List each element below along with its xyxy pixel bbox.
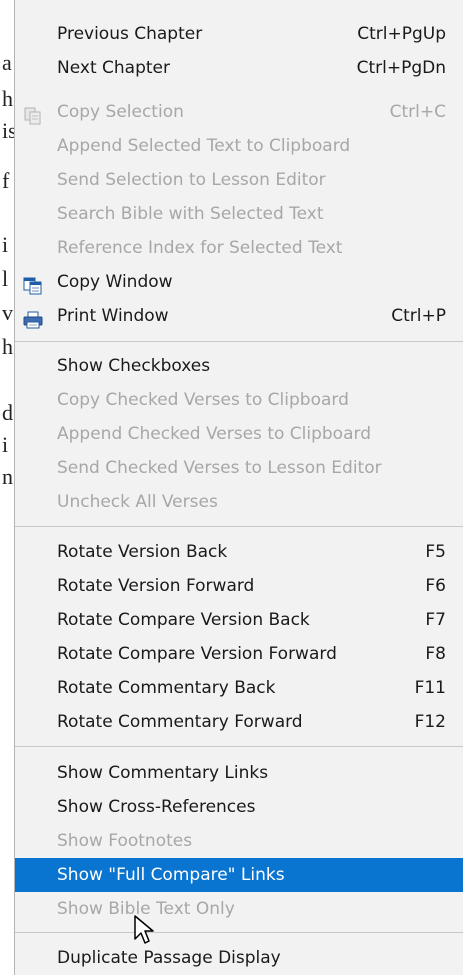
menu-item-label: Show Cross-References xyxy=(57,797,256,817)
bg-text-fragment: i xyxy=(2,432,9,457)
bg-text-fragment: v xyxy=(2,300,13,325)
menu-item-label: Rotate Version Forward xyxy=(57,576,255,596)
menu-item-rotate-commentary-forward[interactable]: Rotate Commentary Forward F12 xyxy=(15,705,463,739)
menu-item-copy-checked-verses: Copy Checked Verses to Clipboard xyxy=(15,383,463,417)
menu-item-label: Show Footnotes xyxy=(57,831,193,851)
menu-item-label: Rotate Version Back xyxy=(57,542,228,562)
menu-item-print-window[interactable]: Print Window Ctrl+P xyxy=(15,299,463,333)
menu-item-label: Print Window xyxy=(57,306,169,326)
menu-item-show-cross-references[interactable]: Show Cross-References xyxy=(15,790,463,824)
menu-item-shortcut: Ctrl+PgDn xyxy=(356,58,446,78)
menu-item-show-commentary-links[interactable]: Show Commentary Links xyxy=(15,756,463,790)
menu-item-label: Send Selection to Lesson Editor xyxy=(57,170,326,190)
copy-icon xyxy=(23,103,43,125)
menu-item-previous-chapter[interactable]: Previous Chapter Ctrl+PgUp xyxy=(15,17,463,51)
context-menu: Previous Chapter Ctrl+PgUp Next Chapter … xyxy=(14,0,463,975)
menu-item-copy-selection: Copy Selection Ctrl+C xyxy=(15,95,463,129)
bg-text-fragment: h xyxy=(2,334,13,359)
menu-item-label: Copy Window xyxy=(57,272,173,292)
menu-item-next-chapter[interactable]: Next Chapter Ctrl+PgDn xyxy=(15,51,463,85)
bg-text-fragment: n xyxy=(2,464,13,489)
print-icon xyxy=(23,307,43,329)
menu-item-copy-window[interactable]: Copy Window xyxy=(15,265,463,299)
menu-item-show-full-compare-links[interactable]: Show "Full Compare" Links xyxy=(15,858,463,892)
menu-item-label: Send Checked Verses to Lesson Editor xyxy=(57,458,382,478)
menu-item-search-bible-with-selected-text: Search Bible with Selected Text xyxy=(15,197,463,231)
menu-item-label: Rotate Compare Version Forward xyxy=(57,644,337,664)
menu-item-shortcut: F12 xyxy=(414,712,446,732)
menu-item-label: Next Chapter xyxy=(57,58,170,78)
copy-window-icon xyxy=(23,273,43,295)
menu-item-label: Append Selected Text to Clipboard xyxy=(57,136,351,156)
menu-item-rotate-version-forward[interactable]: Rotate Version Forward F6 xyxy=(15,569,463,603)
menu-item-shortcut: Ctrl+C xyxy=(389,102,446,122)
menu-item-shortcut: F5 xyxy=(425,542,446,562)
menu-item-append-checked-verses: Append Checked Verses to Clipboard xyxy=(15,417,463,451)
menu-item-shortcut: F6 xyxy=(425,576,446,596)
menu-item-label: Show Checkboxes xyxy=(57,356,211,376)
menu-item-shortcut: Ctrl+PgUp xyxy=(357,24,446,44)
menu-item-label: Duplicate Passage Display xyxy=(57,948,281,968)
menu-item-label: Previous Chapter xyxy=(57,24,203,44)
menu-item-shortcut: F8 xyxy=(425,644,446,664)
menu-item-send-checked-verses: Send Checked Verses to Lesson Editor xyxy=(15,451,463,485)
menu-separator xyxy=(15,932,463,933)
menu-item-reference-index: Reference Index for Selected Text xyxy=(15,231,463,265)
menu-item-label: Show "Full Compare" Links xyxy=(57,865,285,885)
menu-item-send-selection-to-lesson-editor: Send Selection to Lesson Editor xyxy=(15,163,463,197)
menu-item-show-bible-text-only: Show Bible Text Only xyxy=(15,892,463,926)
menu-item-uncheck-all-verses: Uncheck All Verses xyxy=(15,485,463,519)
menu-item-show-footnotes: Show Footnotes xyxy=(15,824,463,858)
menu-item-shortcut: F7 xyxy=(425,610,446,630)
menu-item-show-checkboxes[interactable]: Show Checkboxes xyxy=(15,349,463,383)
menu-separator xyxy=(15,341,463,342)
menu-item-label: Rotate Commentary Back xyxy=(57,678,276,698)
bg-text-fragment: f xyxy=(2,168,10,193)
menu-item-shortcut: Ctrl+P xyxy=(391,306,446,326)
menu-item-duplicate-passage-display[interactable]: Duplicate Passage Display xyxy=(15,941,463,975)
menu-item-shortcut: F11 xyxy=(414,678,446,698)
menu-item-label: Copy Selection xyxy=(57,102,184,122)
bg-text-fragment: is xyxy=(2,118,14,143)
menu-item-label: Append Checked Verses to Clipboard xyxy=(57,424,371,444)
menu-item-label: Uncheck All Verses xyxy=(57,492,218,512)
menu-item-rotate-version-back[interactable]: Rotate Version Back F5 xyxy=(15,535,463,569)
menu-item-rotate-compare-version-back[interactable]: Rotate Compare Version Back F7 xyxy=(15,603,463,637)
bg-text-fragment: i xyxy=(2,232,9,257)
menu-item-label: Show Commentary Links xyxy=(57,763,269,783)
menu-item-label: Rotate Compare Version Back xyxy=(57,610,310,630)
menu-item-rotate-compare-version-forward[interactable]: Rotate Compare Version Forward F8 xyxy=(15,637,463,671)
menu-item-label: Copy Checked Verses to Clipboard xyxy=(57,390,349,410)
menu-item-label: Reference Index for Selected Text xyxy=(57,238,343,258)
menu-separator xyxy=(15,526,463,527)
bg-text-fragment: h xyxy=(2,86,13,111)
menu-separator xyxy=(15,746,463,747)
menu-item-rotate-commentary-back[interactable]: Rotate Commentary Back F11 xyxy=(15,671,463,705)
mouse-cursor-icon xyxy=(134,915,154,944)
bg-text-fragment: d xyxy=(2,400,13,425)
menu-item-append-selected-text: Append Selected Text to Clipboard xyxy=(15,129,463,163)
background-document: a h is f i l v h d i n xyxy=(0,0,14,975)
bg-text-fragment: l xyxy=(2,266,9,291)
menu-item-label: Search Bible with Selected Text xyxy=(57,204,324,224)
bg-text-fragment: a xyxy=(2,50,12,75)
menu-item-label: Rotate Commentary Forward xyxy=(57,712,303,732)
